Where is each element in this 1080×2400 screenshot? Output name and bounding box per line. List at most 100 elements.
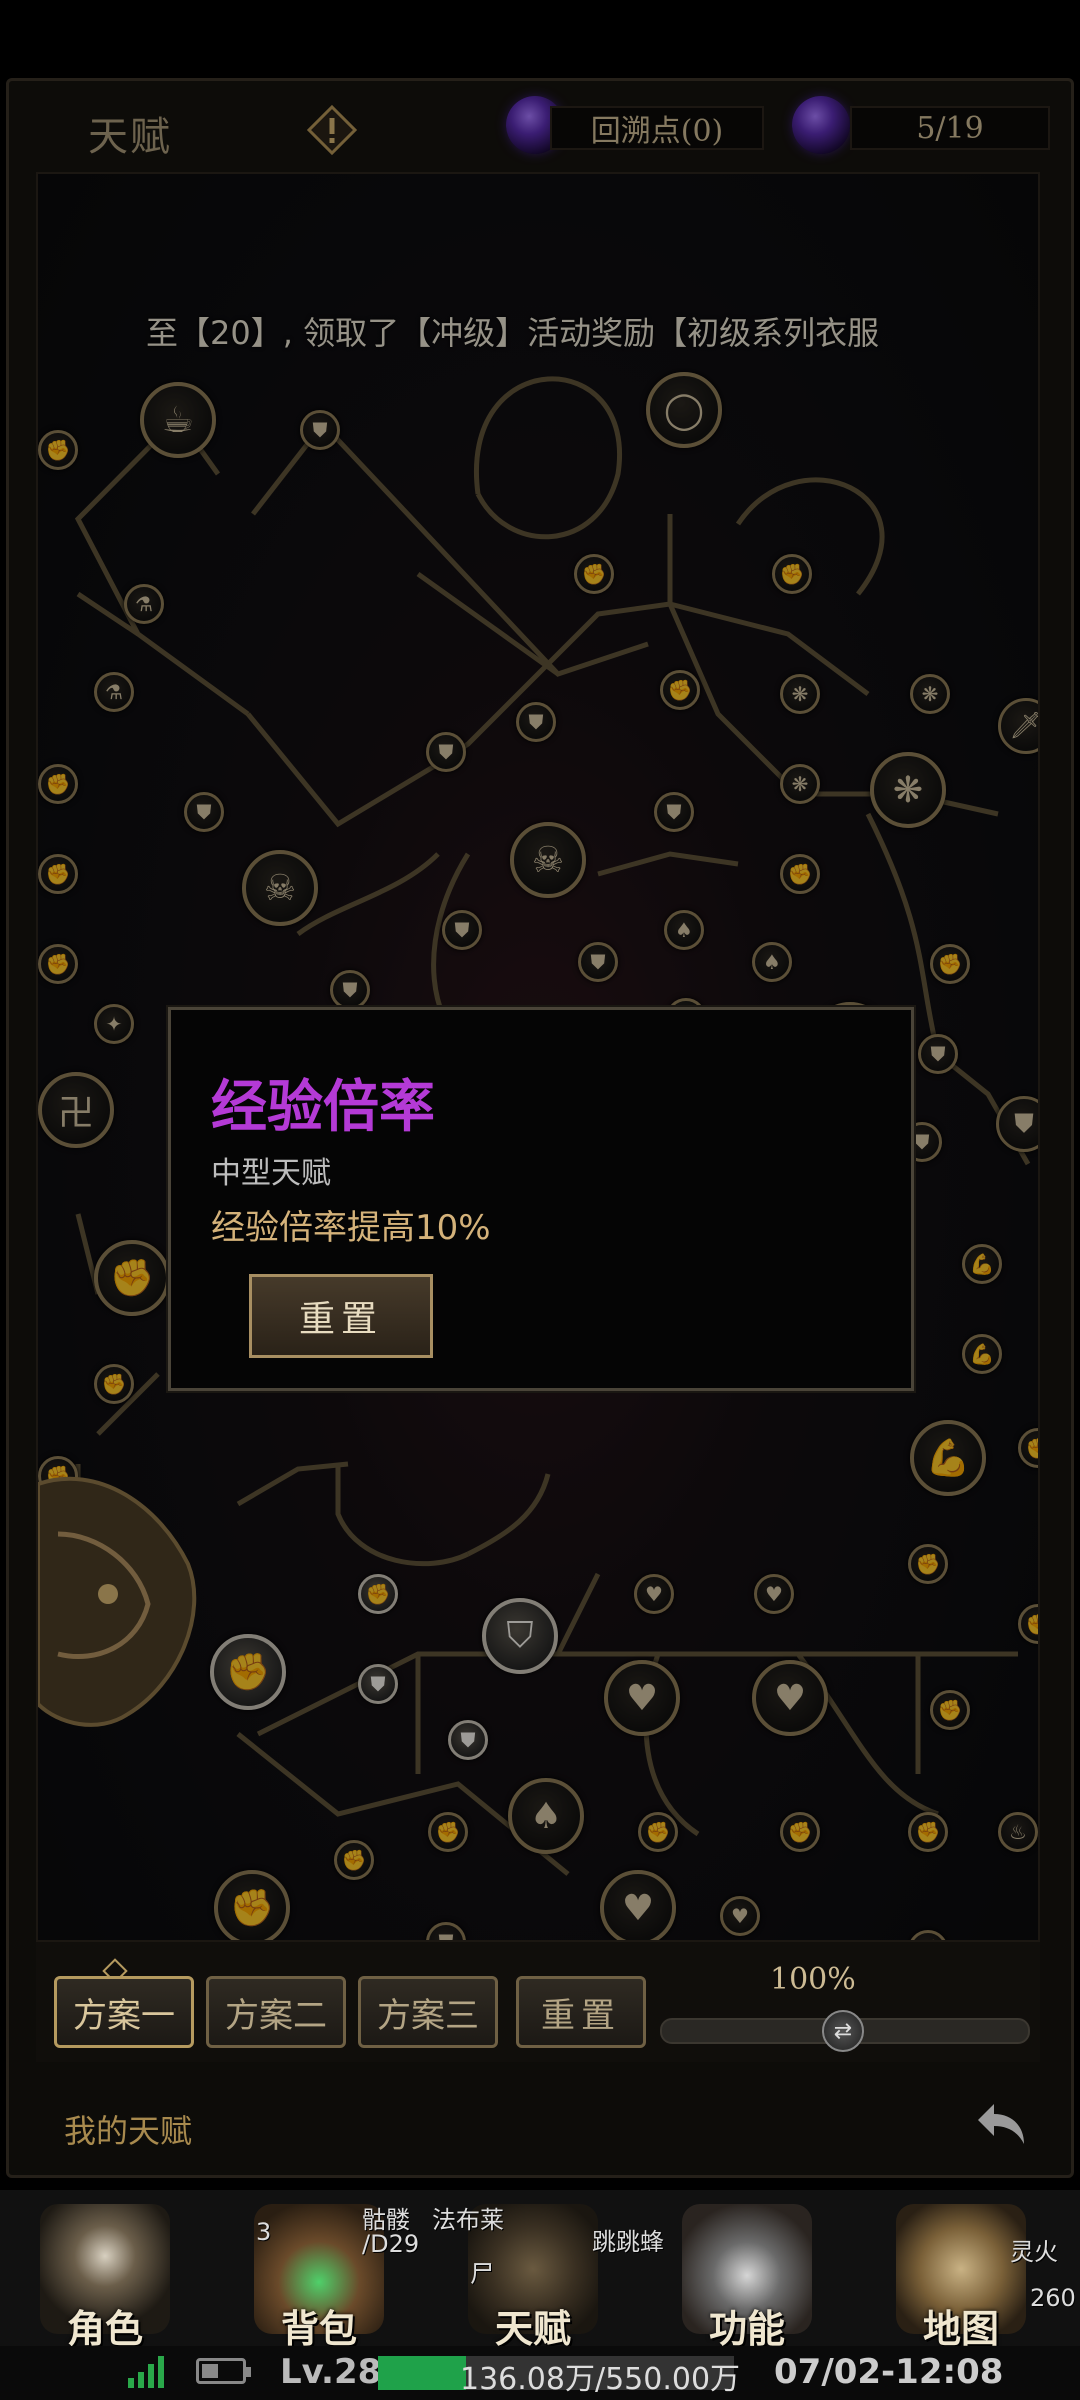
talent-node-shield[interactable]: ⛊ [300,410,340,450]
talent-node-cauldron[interactable]: ☕ [140,382,216,458]
exp-bar-fill [378,2356,466,2390]
talent-node-fist[interactable]: ✊ [574,554,614,594]
talent-type: 中型天赋 [211,1156,331,1191]
talent-node-muscle[interactable]: 💪 [962,1334,1002,1374]
talent-node-skull[interactable]: ☠ [510,822,586,898]
back-arrow-icon[interactable] [972,2094,1032,2154]
player-level: Lv.28 [280,2352,382,2392]
talent-node-fist[interactable]: ✊ [38,430,78,470]
talent-node-fist-active[interactable]: ✊ [210,1634,286,1710]
talent-points-counter: 5/19 [850,106,1050,150]
talent-header: 天赋 回溯点(0) 5/19 [10,84,1070,180]
my-talent-label: 我的天赋 [64,2112,193,2150]
talent-node-hood[interactable]: ♠ [508,1778,584,1854]
talent-node-wing[interactable]: ❋ [780,674,820,714]
backtrack-points: 回溯点(0) [550,106,764,150]
reset-all-button[interactable]: 重置 [516,1976,646,2048]
battery-icon [196,2358,251,2384]
talent-name: 经验倍率 [211,1075,435,1140]
overlay-text: 260 [1030,2284,1076,2312]
talent-node-heart[interactable]: ♥ [720,1896,760,1936]
talent-node-rune[interactable]: 卍 [38,1072,114,1148]
talent-effect: 经验倍率提高10% [211,1208,491,1248]
talent-node-fist[interactable]: ✊ [780,1812,820,1852]
talent-node-fist[interactable]: ✊ [772,554,812,594]
talent-node-fist[interactable]: ✊ [908,1544,948,1584]
talent-node-wing[interactable]: ❋ [780,764,820,804]
talent-node-fist[interactable]: ✊ [930,944,970,984]
overlay-text: /D29 [362,2230,420,2258]
talent-node-shield[interactable]: ⛊ [330,970,370,1010]
talent-node-armor-active[interactable]: ⛊ [448,1720,488,1760]
overlay-text: 跳跳蜂 [592,2228,664,2256]
nav-backpack-label: 背包 [280,2307,357,2351]
talent-orb-icon [792,96,850,154]
talent-reset-button[interactable]: 重置 [249,1274,433,1358]
talent-node-shield[interactable]: ⛊ [578,942,618,982]
overlay-text: 尸 [470,2260,494,2288]
talent-node-muscle[interactable]: 💪 [962,1244,1002,1284]
warning-diamond-icon[interactable] [306,104,358,156]
talent-node-potion[interactable]: ⚗ [94,672,134,712]
zoom-slider[interactable]: ⇄ [660,2010,1030,2052]
plan-2-button[interactable]: 方案二 [206,1976,346,2048]
talent-node-shield[interactable]: ⛊ [184,792,224,832]
talent-node-heart[interactable]: ♥ [600,1870,676,1940]
nav-character-label: 角色 [66,2307,143,2351]
plan-bar: 方案一 方案二 方案三 重置 [36,1942,1040,2062]
talent-node-heart[interactable]: ♥ [634,1574,674,1614]
system-broadcast: 至【20】, 领取了【冲级】活动奖励【初级系列衣服 [146,314,880,352]
talent-node-heart[interactable]: ♥ [604,1660,680,1736]
talent-node-fist[interactable]: ✊ [908,1812,948,1852]
talent-node-hood[interactable]: ♠ [664,910,704,950]
talent-node-shield[interactable]: ⛊ [918,1034,958,1074]
page-title: 天赋 [88,114,172,160]
talent-node-muscle[interactable]: 💪 [910,1420,986,1496]
talent-detail-popup: 经验倍率 中型天赋 经验倍率提高10% 重置 [166,1005,916,1393]
talent-node-shield[interactable]: ⛊ [654,792,694,832]
talent-node-fist[interactable]: ✊ [334,1840,374,1880]
top-black-band [0,0,1080,78]
talent-node-fist[interactable]: ✊ [428,1812,468,1852]
talent-node-armor-active[interactable]: ⛊ [358,1664,398,1704]
status-bar: Lv.28 136.08万/550.00万 07/02-12:08 [0,2346,1080,2400]
talent-node-fist[interactable]: ✊ [38,854,78,894]
talent-node-star[interactable]: ✦ [94,1004,134,1044]
talent-node-heart[interactable]: ♥ [752,1660,828,1736]
talent-node-ring[interactable]: ◯ [646,372,722,448]
datetime: 07/02-12:08 [774,2352,1004,2392]
talent-node-heart[interactable]: ♥ [754,1574,794,1614]
nav-talent-label: 天赋 [494,2307,571,2351]
overlay-text: 法布莱 [432,2206,504,2234]
zoom-slider-knob[interactable]: ⇄ [822,2010,864,2052]
badge-count: 3 [256,2218,272,2246]
talent-node-shield[interactable]: ⛊ [516,702,556,742]
talent-node-spike[interactable]: ♨ [998,1812,1038,1852]
nav-function-label: 功能 [708,2307,785,2351]
talent-node-skull[interactable]: ☠ [242,850,318,926]
overlay-text: 灵火 [1010,2238,1058,2266]
talent-node-banner-active[interactable]: ⛉ [482,1598,558,1674]
talent-node-fist[interactable]: ✊ [38,764,78,804]
zoom-percent: 100% [770,1962,856,1997]
plan-1-button[interactable]: 方案一 [54,1976,194,2048]
talent-node-shield[interactable]: ⛊ [442,910,482,950]
talent-node-fist[interactable]: ✊ [638,1812,678,1852]
talent-node-wing[interactable]: ❋ [910,674,950,714]
signal-icon [128,2356,164,2388]
talent-node-potion[interactable]: ⚗ [124,584,164,624]
talent-node-shield[interactable]: ⛊ [426,732,466,772]
exp-text: 136.08万/550.00万 [460,2362,741,2397]
talent-node-fist[interactable]: ✊ [780,854,820,894]
talent-node-fist-active[interactable]: ✊ [358,1574,398,1614]
talent-node-fist[interactable]: ✊ [930,1690,970,1730]
plan-3-button[interactable]: 方案三 [358,1976,498,2048]
talent-node-wing[interactable]: ❋ [870,752,946,828]
talent-node-fist[interactable]: ✊ [94,1364,134,1404]
talent-node-hood[interactable]: ♠ [752,942,792,982]
talent-node-fist[interactable]: ✊ [38,944,78,984]
talent-node-fist[interactable]: ✊ [214,1870,290,1940]
talent-node-fist[interactable]: ✊ [660,670,700,710]
talent-node-fist[interactable]: ✊ [94,1240,170,1316]
dragon-emblem-icon [38,1476,197,1727]
